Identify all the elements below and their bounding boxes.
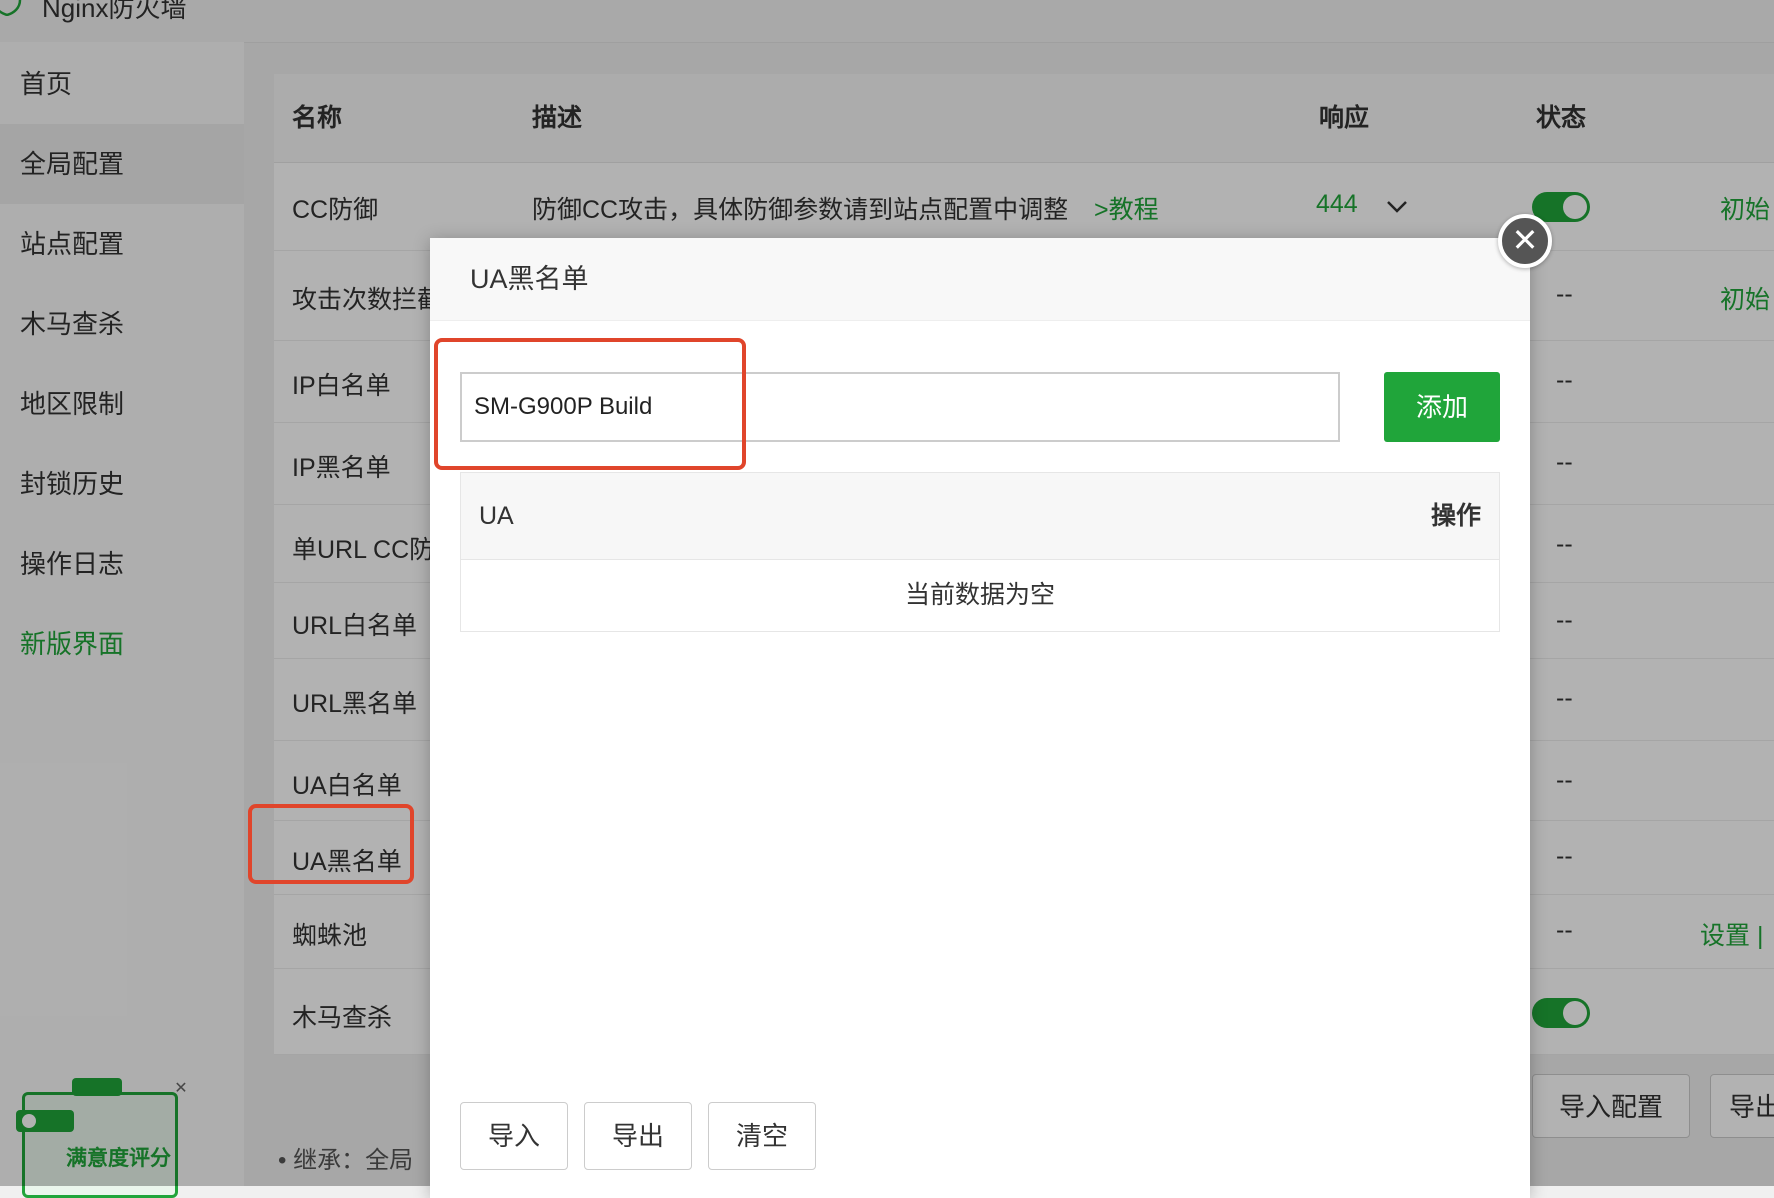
- ua-table-header: UA 操作: [461, 473, 1499, 560]
- ua-blacklist-dialog: UA黑名单 添加 UA 操作 当前数据为空 导入 导出 清空: [430, 238, 1530, 1198]
- col-ua: UA: [479, 502, 514, 530]
- col-action: 操作: [1430, 502, 1481, 530]
- ua-input[interactable]: [460, 372, 1340, 442]
- import-button[interactable]: 导入: [460, 1102, 568, 1170]
- dialog-header: UA黑名单: [430, 238, 1530, 321]
- export-button[interactable]: 导出: [584, 1102, 692, 1170]
- dialog-title: UA黑名单: [470, 264, 589, 294]
- add-button[interactable]: 添加: [1384, 372, 1500, 442]
- ua-table: UA 操作 当前数据为空: [460, 472, 1500, 632]
- clear-button[interactable]: 清空: [708, 1102, 816, 1170]
- empty-state: 当前数据为空: [904, 581, 1055, 609]
- close-icon[interactable]: ✕: [1498, 214, 1552, 268]
